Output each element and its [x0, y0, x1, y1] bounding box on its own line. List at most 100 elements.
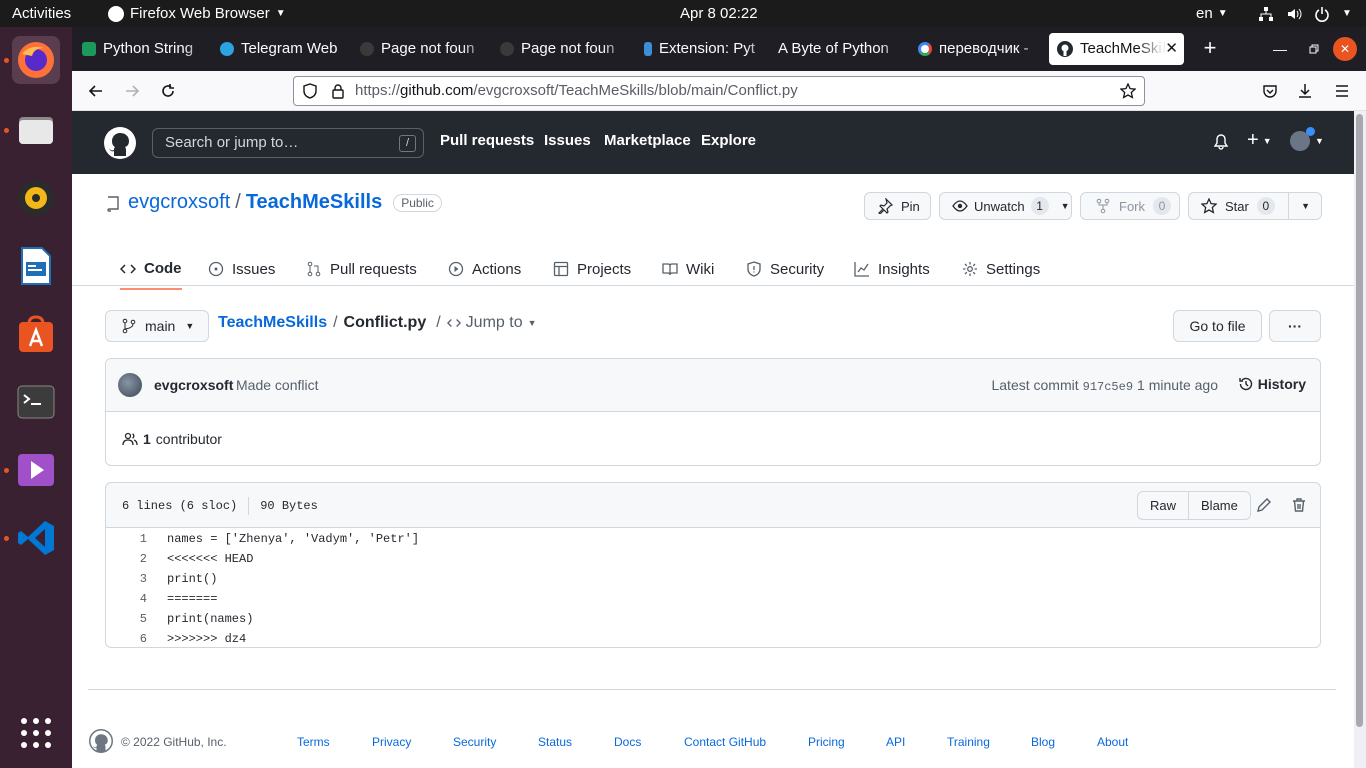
- dock-rhythmbox[interactable]: [12, 174, 60, 222]
- chevron-down-icon[interactable]: ▼: [1301, 201, 1310, 211]
- browser-tab[interactable]: переводчик -: [918, 33, 1046, 65]
- dock-terminal[interactable]: [12, 378, 60, 426]
- tab-insights[interactable]: Insights: [854, 249, 930, 289]
- footer-link-training[interactable]: Training: [947, 735, 990, 749]
- browser-tab[interactable]: Python String: [82, 33, 210, 65]
- footer-link-pricing[interactable]: Pricing: [808, 735, 845, 749]
- footer-link-blog[interactable]: Blog: [1031, 735, 1055, 749]
- tab-pull-requests[interactable]: Pull requests: [306, 249, 417, 289]
- minimize-button[interactable]: —: [1268, 37, 1292, 61]
- commit-author[interactable]: evgcroxsoft: [154, 377, 233, 393]
- line-number[interactable]: 5: [106, 609, 147, 629]
- trash-icon[interactable]: [1291, 497, 1307, 513]
- maximize-button[interactable]: [1302, 37, 1326, 61]
- browser-tab[interactable]: Telegram Web: [220, 33, 350, 65]
- contributors-row[interactable]: 1 contributor: [122, 431, 222, 447]
- close-tab-icon[interactable]: ✕: [1165, 33, 1178, 65]
- history-icon: [1239, 377, 1252, 391]
- tab-settings[interactable]: Settings: [962, 249, 1040, 289]
- bookmark-star-icon[interactable]: [1120, 83, 1136, 99]
- footer-link-contact[interactable]: Contact GitHub: [684, 735, 766, 749]
- search-input[interactable]: Search or jump to… /: [152, 128, 424, 158]
- nav-marketplace[interactable]: Marketplace: [604, 132, 691, 149]
- footer-link-api[interactable]: API: [886, 735, 905, 749]
- dock-files[interactable]: [12, 106, 60, 154]
- tab-wiki[interactable]: Wiki: [662, 249, 714, 289]
- repo-name-link[interactable]: TeachMeSkills: [246, 191, 382, 214]
- history-label: History: [1257, 376, 1306, 392]
- browser-tab-active[interactable]: TeachMeSkil ✕: [1049, 33, 1184, 65]
- blame-button[interactable]: Blame: [1189, 492, 1250, 519]
- arrow-right-icon: [126, 85, 140, 97]
- nav-pull-requests[interactable]: Pull requests: [440, 132, 534, 149]
- github-mark-icon[interactable]: [89, 729, 113, 753]
- footer-link-status[interactable]: Status: [538, 735, 572, 749]
- history-link[interactable]: History: [1238, 376, 1306, 392]
- bell-icon[interactable]: [1213, 134, 1229, 150]
- new-tab-button[interactable]: +: [1194, 33, 1226, 65]
- branch-selector[interactable]: main ▼: [105, 310, 209, 342]
- scrollbar-thumb[interactable]: [1356, 114, 1363, 727]
- fork-button[interactable]: Fork 0: [1080, 192, 1180, 220]
- footer-link-docs[interactable]: Docs: [614, 735, 641, 749]
- github-logo-icon[interactable]: [104, 127, 136, 159]
- show-applications-button[interactable]: [12, 709, 60, 757]
- nav-issues[interactable]: Issues: [544, 132, 591, 149]
- clock[interactable]: Apr 8 02:22: [680, 0, 758, 27]
- tab-projects[interactable]: Projects: [553, 249, 631, 289]
- address-bar[interactable]: https://github.com/evgcroxsoft/TeachMeSk…: [293, 76, 1145, 106]
- footer-link-terms[interactable]: Terms: [297, 735, 330, 749]
- pencil-icon[interactable]: [1256, 497, 1272, 513]
- tab-code[interactable]: Code: [120, 249, 182, 290]
- line-number[interactable]: 4: [106, 589, 147, 609]
- browser-tab[interactable]: Extension: Pyt: [644, 33, 772, 65]
- dock-videos[interactable]: [12, 446, 60, 494]
- downloads-button[interactable]: [1289, 75, 1321, 107]
- forward-button[interactable]: [116, 75, 148, 107]
- avatar[interactable]: [118, 373, 142, 397]
- line-number[interactable]: 1: [106, 529, 147, 549]
- pin-button[interactable]: Pin: [864, 192, 931, 220]
- commit-message[interactable]: Made conflict: [236, 377, 318, 393]
- create-new-dropdown[interactable]: + ▼: [1247, 129, 1272, 152]
- line-number[interactable]: 3: [106, 569, 147, 589]
- app-menu-button[interactable]: [1326, 75, 1358, 107]
- close-window-button[interactable]: ✕: [1333, 37, 1357, 61]
- footer-link-security[interactable]: Security: [453, 735, 496, 749]
- contributor-label: contributor: [155, 431, 222, 447]
- tab-actions[interactable]: Actions: [448, 249, 521, 289]
- page-scrollbar[interactable]: [1354, 111, 1366, 768]
- dock-software[interactable]: [12, 310, 60, 358]
- tab-label: Issues: [232, 260, 276, 278]
- dock-writer[interactable]: [12, 242, 60, 290]
- tab-security[interactable]: Security: [746, 249, 824, 289]
- commit-sha[interactable]: 917c5e9: [1083, 380, 1133, 394]
- line-number[interactable]: 2: [106, 549, 147, 569]
- go-to-file-button[interactable]: Go to file: [1173, 310, 1262, 342]
- footer-link-privacy[interactable]: Privacy: [372, 735, 411, 749]
- footer-link-about[interactable]: About: [1097, 735, 1128, 749]
- unwatch-button[interactable]: Unwatch 1 ▼: [939, 192, 1072, 220]
- line-number[interactable]: 6: [106, 629, 147, 649]
- jump-to-dropdown[interactable]: Jump to ▼: [446, 314, 537, 332]
- reload-button[interactable]: [152, 75, 184, 107]
- repo-owner-link[interactable]: evgcroxsoft: [128, 191, 230, 214]
- system-tray[interactable]: ▼: [1258, 0, 1352, 27]
- app-menu[interactable]: Firefox Web Browser ▼: [108, 0, 286, 27]
- nav-explore[interactable]: Explore: [701, 132, 756, 149]
- user-menu[interactable]: ▼: [1290, 127, 1324, 151]
- language-indicator[interactable]: en ▼: [1196, 0, 1228, 27]
- more-options-button[interactable]: ···: [1269, 310, 1321, 342]
- dock-firefox[interactable]: [12, 36, 60, 84]
- pocket-button[interactable]: [1254, 75, 1286, 107]
- browser-tab[interactable]: A Byte of Python: [778, 33, 906, 65]
- star-button[interactable]: Star 0 ▼: [1188, 192, 1322, 220]
- dock-vscode[interactable]: [12, 514, 60, 562]
- activities-button[interactable]: Activities: [12, 0, 71, 27]
- raw-button[interactable]: Raw: [1138, 492, 1190, 519]
- back-button[interactable]: [80, 75, 112, 107]
- breadcrumb-repo-link[interactable]: TeachMeSkills: [218, 314, 327, 332]
- browser-tab[interactable]: Page not foun: [500, 33, 628, 65]
- browser-tab[interactable]: Page not foun: [360, 33, 488, 65]
- tab-issues[interactable]: Issues: [208, 249, 275, 289]
